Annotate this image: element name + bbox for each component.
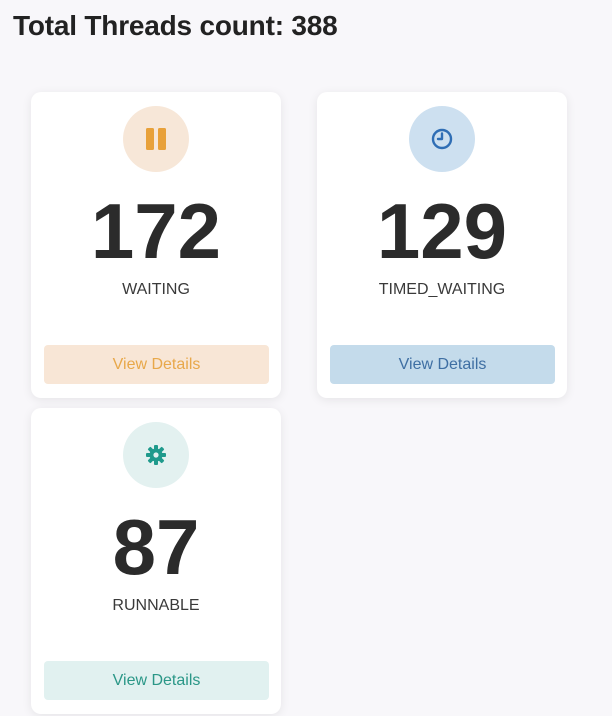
thread-count: 129 bbox=[376, 187, 508, 275]
thread-state-label: WAITING bbox=[122, 281, 190, 298]
runnable-icon-badge bbox=[123, 422, 189, 488]
clock-icon bbox=[431, 128, 453, 150]
timed-waiting-icon-badge bbox=[409, 106, 475, 172]
thread-card-runnable: 87 RUNNABLE View Details bbox=[31, 408, 281, 714]
thread-count: 172 bbox=[90, 187, 222, 275]
thread-card-waiting: 172 WAITING View Details bbox=[31, 92, 281, 398]
thread-state-label: TIMED_WAITING bbox=[378, 281, 506, 298]
thread-card-timed-waiting: 129 TIMED_WAITING View Details bbox=[317, 92, 567, 398]
view-details-button[interactable]: View Details bbox=[44, 661, 269, 700]
gear-icon bbox=[146, 445, 166, 465]
waiting-icon-badge bbox=[123, 106, 189, 172]
page-title: Total Threads count: 388 bbox=[13, 10, 338, 41]
pause-icon bbox=[146, 128, 166, 150]
thread-count: 87 bbox=[112, 503, 200, 591]
view-details-button[interactable]: View Details bbox=[330, 345, 555, 384]
view-details-button[interactable]: View Details bbox=[44, 345, 269, 384]
thread-state-label: RUNNABLE bbox=[112, 597, 200, 614]
